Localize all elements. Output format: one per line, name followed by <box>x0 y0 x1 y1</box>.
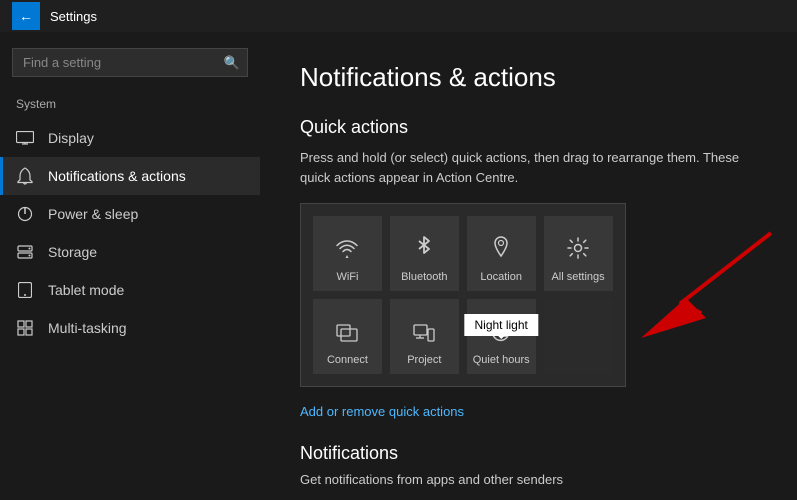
connect-icon <box>336 322 358 348</box>
gear-icon <box>567 237 589 265</box>
qa-project-label: Project <box>407 354 441 366</box>
sidebar: 🔍 System Display Notifications & actions <box>0 32 260 500</box>
qa-tile-wifi[interactable]: WiFi <box>313 216 382 291</box>
sidebar-item-notifications-label: Notifications & actions <box>48 168 186 184</box>
tablet-icon <box>16 281 34 299</box>
sidebar-item-power[interactable]: Power & sleep <box>0 195 260 233</box>
qa-tile-connect[interactable]: Connect <box>313 299 382 374</box>
annotation-arrow <box>621 223 781 353</box>
quick-actions-grid: WiFi Bluetooth <box>300 203 626 387</box>
qa-allsettings-label: All settings <box>551 271 604 283</box>
sidebar-item-power-label: Power & sleep <box>48 206 138 222</box>
qa-wifi-label: WiFi <box>336 271 358 283</box>
location-icon <box>491 235 511 265</box>
notifications-icon <box>16 167 34 185</box>
search-icon: 🔍 <box>224 55 240 71</box>
sidebar-category: System <box>0 93 260 119</box>
main-layout: 🔍 System Display Notifications & actions <box>0 32 797 500</box>
qa-tile-empty <box>544 299 613 374</box>
qa-tile-bluetooth[interactable]: Bluetooth <box>390 216 459 291</box>
qa-nightlight-label: Quiet hours <box>473 354 530 366</box>
qa-bluetooth-label: Bluetooth <box>401 271 447 283</box>
search-container: 🔍 <box>12 48 248 77</box>
search-input[interactable] <box>12 48 248 77</box>
multitasking-icon <box>16 319 34 337</box>
project-icon <box>413 322 435 348</box>
night-light-tooltip: Night light <box>465 314 538 336</box>
sidebar-item-tablet-label: Tablet mode <box>48 282 124 298</box>
qa-tile-allsettings[interactable]: All settings <box>544 216 613 291</box>
power-icon <box>16 205 34 223</box>
title-bar: ← Settings <box>0 0 797 32</box>
quick-actions-title: Quick actions <box>300 117 757 138</box>
content-area: Notifications & actions Quick actions Pr… <box>260 32 797 500</box>
sidebar-item-display-label: Display <box>48 130 94 146</box>
display-icon <box>16 129 34 147</box>
qa-location-label: Location <box>480 271 522 283</box>
sidebar-item-storage[interactable]: Storage <box>0 233 260 271</box>
qa-tile-project[interactable]: Project <box>390 299 459 374</box>
bluetooth-icon <box>415 235 433 265</box>
sidebar-item-multitasking-label: Multi-tasking <box>48 320 127 336</box>
back-button[interactable]: ← <box>12 2 40 30</box>
qa-connect-label: Connect <box>327 354 368 366</box>
notifications-title: Notifications <box>300 443 757 464</box>
app-title: Settings <box>50 9 97 24</box>
qa-tile-nightlight[interactable]: Night light Quiet hours <box>467 299 536 374</box>
sidebar-item-display[interactable]: Display <box>0 119 260 157</box>
quick-actions-desc: Press and hold (or select) quick actions… <box>300 148 757 187</box>
page-title: Notifications & actions <box>300 62 757 93</box>
qa-tile-location[interactable]: Location <box>467 216 536 291</box>
add-remove-link[interactable]: Add or remove quick actions <box>300 404 464 419</box>
sidebar-item-notifications[interactable]: Notifications & actions <box>0 157 260 195</box>
wifi-icon <box>335 239 359 265</box>
sidebar-item-multitasking[interactable]: Multi-tasking <box>0 309 260 347</box>
sidebar-item-tablet[interactable]: Tablet mode <box>0 271 260 309</box>
notifications-desc: Get notifications from apps and other se… <box>300 472 757 487</box>
sidebar-item-storage-label: Storage <box>48 244 97 260</box>
storage-icon <box>16 243 34 261</box>
